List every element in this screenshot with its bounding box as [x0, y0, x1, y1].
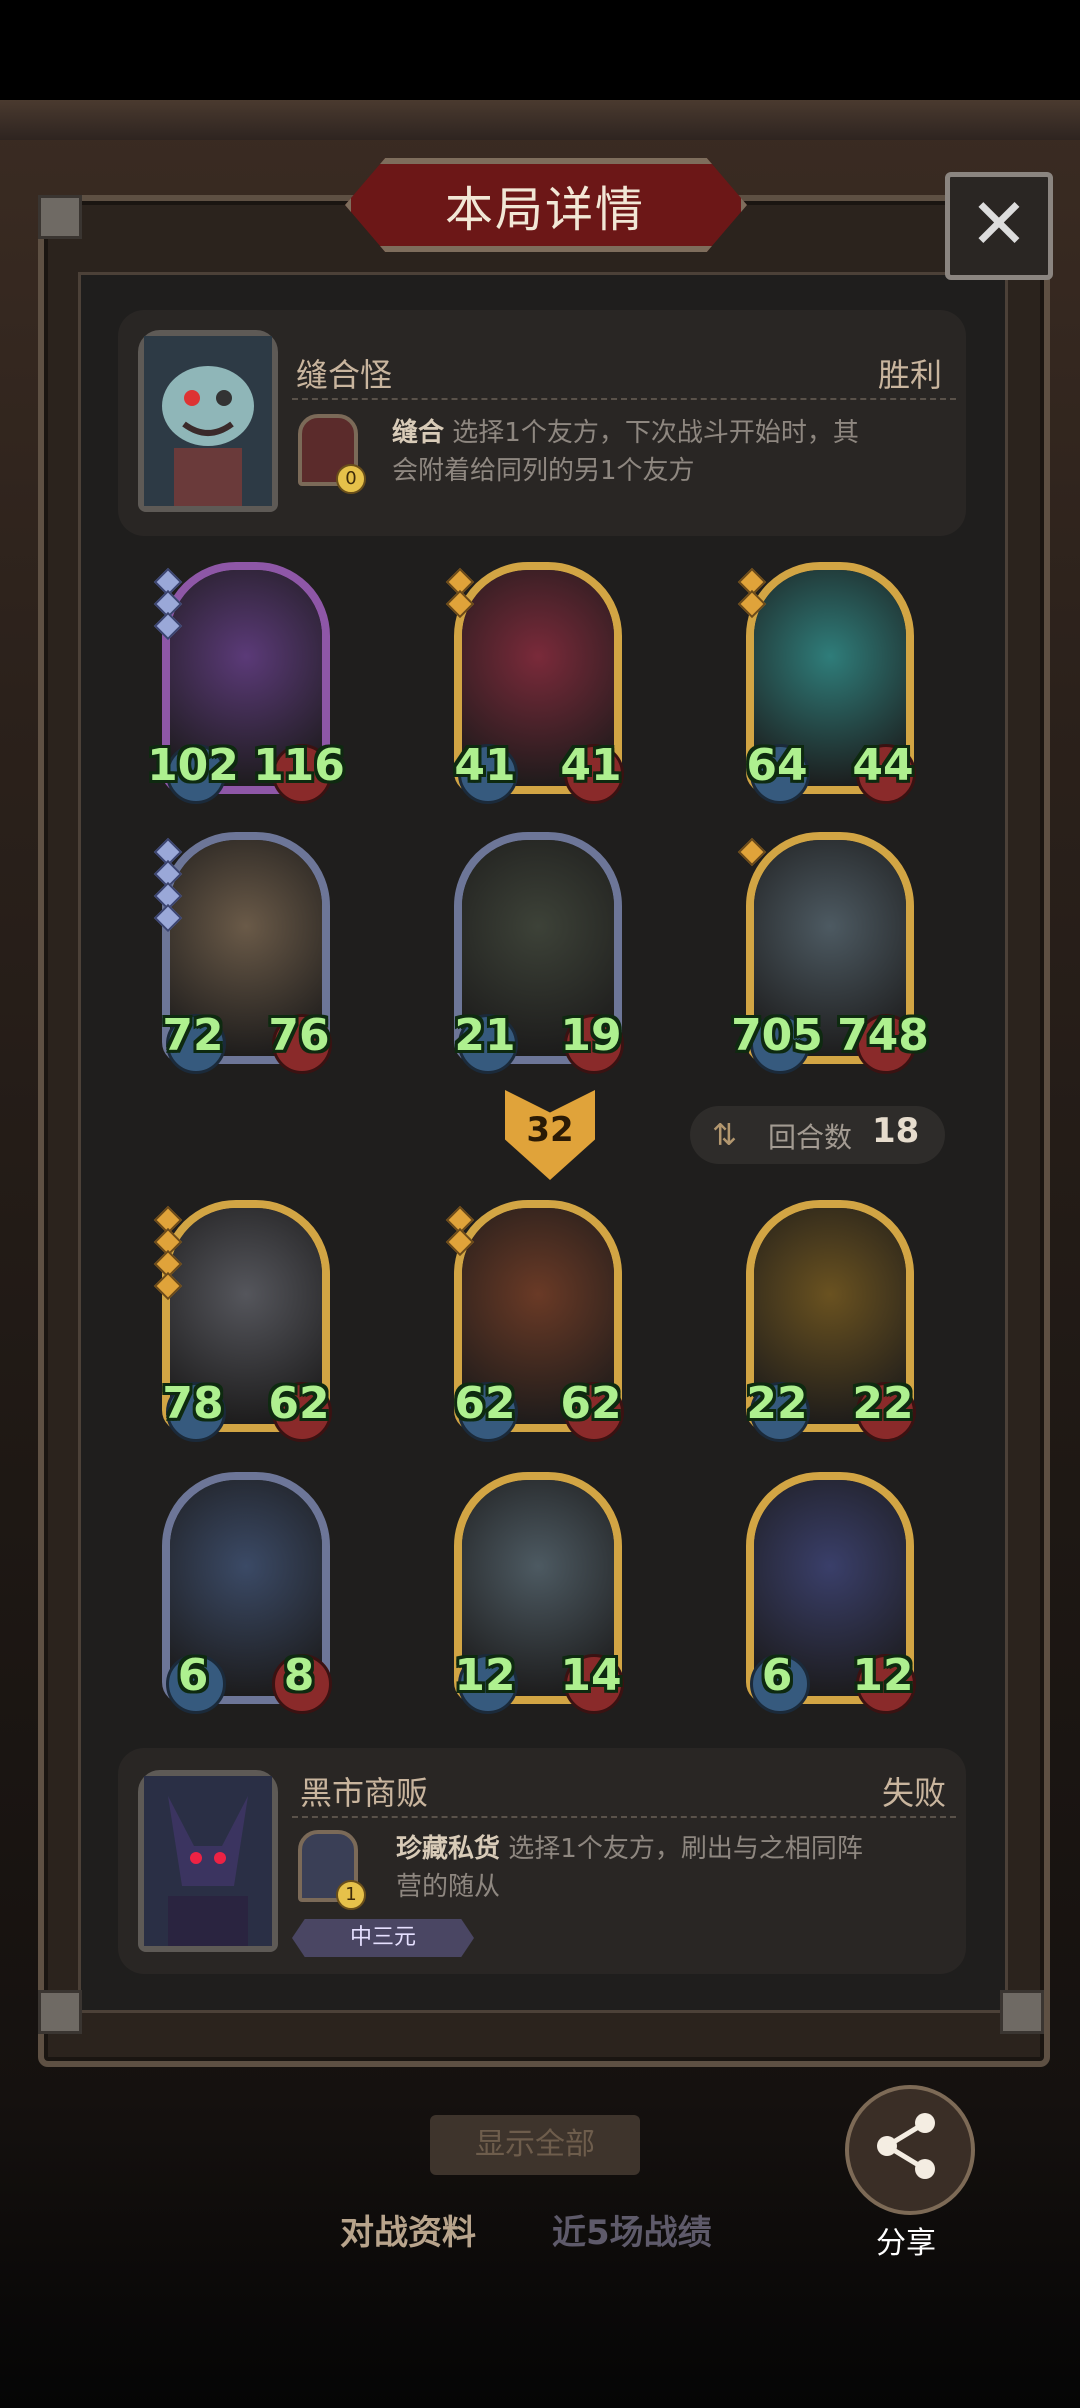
top-player-skill-text: 缝合 选择1个友方，下次战斗开始时，其 会附着给同列的另1个友方 [392, 414, 952, 490]
health-value: 19 [560, 1010, 622, 1061]
share-button[interactable] [845, 2085, 975, 2215]
attack-value: 72 [162, 1010, 224, 1061]
modal-corner [1000, 1990, 1044, 2034]
show-all-button[interactable]: 显示全部 [430, 2115, 640, 2175]
attack-value: 62 [454, 1378, 516, 1429]
modal-corner [38, 1990, 82, 2034]
status-bar [0, 0, 1080, 110]
attack-marker-value: 32 [526, 1110, 574, 1150]
divider [292, 398, 956, 400]
close-icon: ✕ [969, 183, 1029, 265]
skill-desc-line1: 选择1个友方，下次战斗开始时，其 [452, 418, 859, 448]
top-player-avatar [138, 330, 278, 512]
wood-frame [0, 100, 1080, 140]
health-value: 116 [253, 740, 345, 791]
health-value: 14 [560, 1650, 622, 1701]
round-label: 回合数 [768, 1121, 853, 1154]
tab-recent-5-matches[interactable]: 近5场战绩 [552, 2205, 712, 2254]
rank-tier-badge: 中三元 [292, 1919, 474, 1957]
skill-desc-line2: 营的随从 [396, 1872, 501, 1902]
skill-desc-line1: 选择1个友方，刷出与之相同阵 [508, 1834, 863, 1864]
health-value: 62 [560, 1378, 622, 1429]
health-value: 748 [837, 1010, 929, 1061]
divider [292, 1816, 956, 1818]
health-value: 41 [560, 740, 622, 791]
stitch-monster-portrait-icon [144, 336, 272, 506]
modal-corner [38, 195, 82, 239]
health-value: 12 [852, 1650, 914, 1701]
share-label: 分享 [876, 2226, 936, 2261]
round-value: 18 [872, 1111, 920, 1151]
attack-value: 705 [731, 1010, 823, 1061]
health-value: 8 [283, 1650, 315, 1701]
health-value: 76 [268, 1010, 330, 1061]
attack-value: 12 [454, 1650, 516, 1701]
swap-arrows-icon: ⇅ [712, 1118, 738, 1153]
skill-name: 珍藏私货 [396, 1834, 501, 1864]
share-icon [877, 2113, 935, 2179]
skill-level-badge: 1 [336, 1880, 366, 1910]
modal-title: 本局详情 [444, 182, 645, 238]
bottom-player-skill-text: 珍藏私货 选择1个友方，刷出与之相同阵 营的随从 [396, 1830, 956, 1906]
skill-desc-line2: 会附着给同列的另1个友方 [392, 456, 695, 486]
attack-value: 102 [147, 740, 239, 791]
attack-value: 78 [162, 1378, 224, 1429]
health-value: 62 [268, 1378, 330, 1429]
bottom-player-name: 黑市商贩 [300, 1774, 429, 1812]
attack-value: 41 [454, 740, 516, 791]
close-button[interactable]: ✕ [945, 172, 1053, 280]
bottom-player-result: 失败 [881, 1774, 946, 1812]
attack-value: 64 [746, 740, 808, 791]
skill-level-badge: 0 [336, 464, 366, 494]
health-value: 22 [852, 1378, 914, 1429]
attack-value: 21 [454, 1010, 516, 1061]
tab-battle-info[interactable]: 对战资料 [340, 2205, 476, 2254]
attack-value: 22 [746, 1378, 808, 1429]
skill-name: 缝合 [392, 418, 445, 448]
bottom-player-avatar [138, 1770, 278, 1952]
health-value: 44 [852, 740, 914, 791]
attack-value: 6 [177, 1650, 209, 1701]
black-market-merchant-portrait-icon [144, 1776, 272, 1946]
top-player-result: 胜利 [877, 356, 942, 394]
attack-value: 6 [761, 1650, 793, 1701]
top-player-name: 缝合怪 [296, 356, 393, 394]
